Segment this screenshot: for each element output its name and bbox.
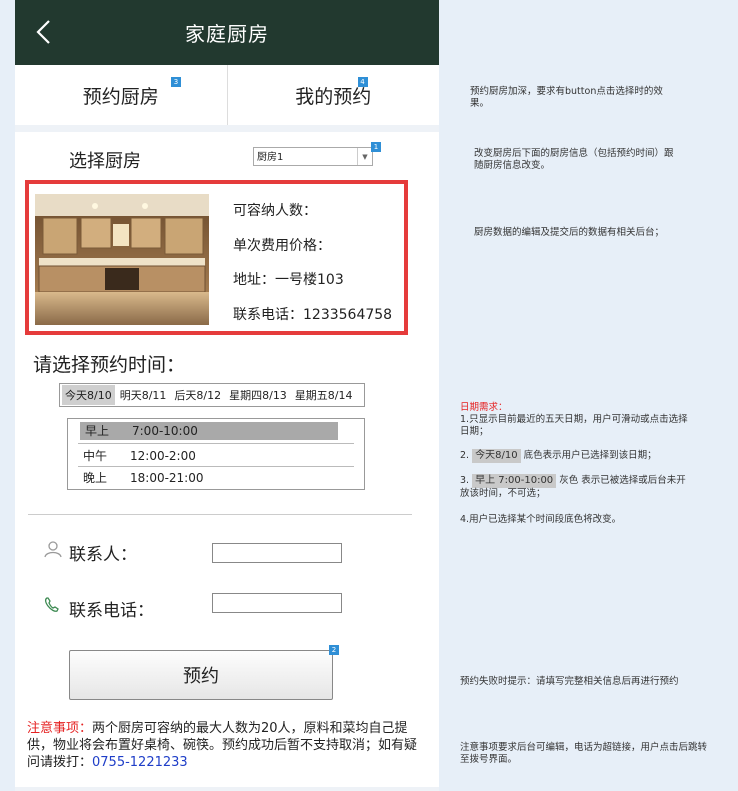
note-fail: 预约失败时提示：请填写完整相关信息后再进行预约 <box>460 676 679 687</box>
reserve-button-label: 预约 <box>183 666 219 687</box>
kitchen-select-label: 选择厨房 <box>69 151 141 172</box>
phone-text: 联系电话：1233564758 <box>233 306 393 323</box>
slot-label: 早上 <box>85 424 110 438</box>
notice-text: 注意事项：两个厨房可容纳的最大人数为20人，原料和菜均自己提供，物业将会布置好桌… <box>27 720 417 771</box>
date-picker: 今天8/10 明天8/11 后天8/12 星期四8/13 星期五8/14 <box>59 383 365 407</box>
date-option[interactable]: 星期五8/14 <box>292 385 356 405</box>
note-chip-slot: 早上 7:00-10:00 <box>472 474 557 488</box>
back-arrow-icon[interactable] <box>31 18 59 46</box>
phone-icon <box>44 597 59 612</box>
address-text: 地址：一号楼103 <box>233 272 344 288</box>
chevron-down-icon: ▼ <box>357 148 372 165</box>
tab-my-bookings[interactable]: 我的预约 4 <box>226 65 440 125</box>
slot-time: 18:00-21:00 <box>130 471 204 485</box>
date-option[interactable]: 今天8/10 <box>62 385 115 405</box>
price-text: 单次费用价格： <box>233 237 331 254</box>
date-option[interactable]: 星期四8/13 <box>226 385 290 405</box>
contact-input[interactable] <box>212 543 342 563</box>
phone-input[interactable] <box>212 593 342 613</box>
annotation-badge: 2 <box>329 645 339 655</box>
capacity-text: 可容纳人数： <box>233 203 317 219</box>
note-num: 2. <box>460 450 470 461</box>
note-date-req-2: 2. 今天8/10 底色表示用户已选择到该日期； <box>460 449 720 463</box>
divider <box>78 443 354 444</box>
note-date-req-1: 1.只显示目前最近的五天日期，用户可滑动或点击选择日期； <box>460 414 688 437</box>
phone-screen: 家庭厨房 预约厨房 3 我的预约 4 选择厨房 厨房1 ▼ 1 可容纳人数： 单… <box>15 0 439 791</box>
notice-prefix: 注意事项： <box>27 721 93 736</box>
divider <box>28 514 412 515</box>
annotation-badge: 3 <box>171 77 181 87</box>
user-icon <box>44 541 62 558</box>
divider <box>78 466 354 467</box>
booking-card: 选择厨房 厨房1 ▼ 1 可容纳人数： 单次费用价格： 地址：一号楼103 联系… <box>15 132 439 787</box>
time-slot[interactable]: 晚上 18:00-21:00 <box>78 469 348 487</box>
annotation-badge: 1 <box>371 142 381 152</box>
time-slot-list: 早上 7:00-10:00 中午 12:00-2:00 晚上 18:00-21:… <box>67 418 365 490</box>
page-title: 家庭厨房 <box>185 22 269 46</box>
notice-phone-link[interactable]: 0755-1221233 <box>92 755 188 770</box>
tab-label: 预约厨房 <box>82 85 159 108</box>
note-tab: 预约厨房加深，要求有button点击选择时的效果。 <box>470 86 663 109</box>
slot-time: 12:00-2:00 <box>130 449 196 463</box>
kitchen-info-panel: 可容纳人数： 单次费用价格： 地址：一号楼103 联系电话：1233564758 <box>25 180 408 335</box>
note-chip-date: 今天8/10 <box>472 449 521 463</box>
time-slot-unavailable: 早上 7:00-10:00 <box>80 422 338 440</box>
kitchen-photo <box>35 194 209 325</box>
tab-book-kitchen[interactable]: 预约厨房 3 <box>15 65 227 125</box>
date-option[interactable]: 后天8/12 <box>171 385 224 405</box>
note-kitchen-change: 改变厨房后下面的厨房信息（包括预约时间）跟随厨房信息改变。 <box>474 148 674 171</box>
note-kitchen-data: 厨房数据的编辑及提交后的数据有相关后台； <box>474 227 665 238</box>
note-num: 3. <box>460 475 470 486</box>
note-text: 底色表示用户已选择到该日期； <box>523 450 657 461</box>
kitchen-select-value: 厨房1 <box>257 152 284 163</box>
phone-label: 联系电话： <box>69 601 154 621</box>
slot-label: 中午 <box>83 449 108 463</box>
contact-label: 联系人： <box>69 545 137 565</box>
top-bar: 家庭厨房 <box>15 0 439 65</box>
time-section-title: 请选择预约时间： <box>33 354 186 376</box>
reserve-button[interactable]: 预约 <box>69 650 333 700</box>
tab-bar: 预约厨房 3 我的预约 4 <box>15 65 439 125</box>
date-option[interactable]: 明天8/11 <box>117 385 170 405</box>
note-date-req-4: 4.用户已选择某个时间段底色将改变。 <box>460 514 622 525</box>
annotation-badge: 4 <box>357 77 368 87</box>
slot-time: 7:00-10:00 <box>132 424 198 438</box>
slot-label: 晚上 <box>83 471 108 485</box>
kitchen-select[interactable]: 厨房1 ▼ <box>253 147 373 166</box>
note-date-req-title: 日期需求： <box>460 402 508 413</box>
note-date-req-3: 3. 早上 7:00-10:00 灰色 表示已被选择或后台未开放该时间，不可选； <box>460 474 690 500</box>
time-slot[interactable]: 中午 12:00-2:00 <box>78 447 348 465</box>
note-notice: 注意事项要求后台可编辑，电话为超链接，用户点击后跳转至拨号界面。 <box>460 742 708 765</box>
